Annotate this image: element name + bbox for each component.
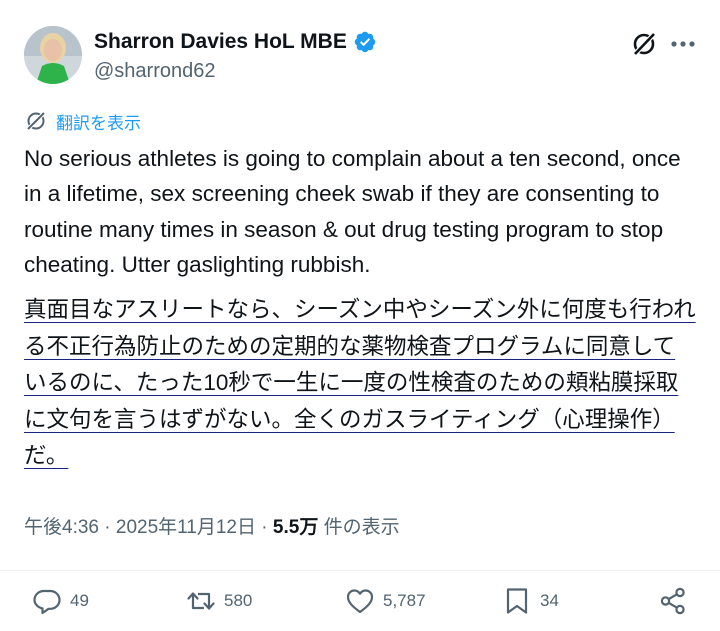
reply-icon	[33, 589, 61, 615]
translated-text: 真面目なアスリートなら、シーズン中やシーズン外に何度も行われる不正行為防止のため…	[24, 297, 696, 468]
meta-separator: ·	[256, 517, 273, 538]
heart-icon	[346, 589, 374, 614]
action-bar: 49 580 5,787 34	[0, 570, 720, 631]
repost-count: 580	[224, 591, 253, 610]
avatar[interactable]	[24, 26, 82, 84]
share-icon	[660, 587, 685, 615]
reply-button[interactable]: 49	[32, 585, 89, 617]
repost-button[interactable]: 580	[186, 585, 252, 617]
views-label: 件の表示	[318, 517, 400, 538]
share-button[interactable]	[658, 585, 688, 617]
meta-separator: ·	[98, 517, 116, 538]
verified-badge-icon	[353, 30, 377, 54]
more-icon[interactable]	[669, 32, 697, 56]
handle[interactable]: @sharrond62	[94, 60, 215, 83]
bookmark-icon	[506, 588, 528, 614]
bookmark-count: 34	[540, 591, 559, 610]
display-name-row[interactable]: Sharron Davies HoL MBE	[94, 30, 377, 54]
tweet-meta: 午後4:36 · 2025年11月12日 · 5.5万 件の表示	[24, 512, 400, 539]
display-name[interactable]: Sharron Davies HoL MBE	[94, 30, 347, 54]
translate-label[interactable]: 翻訳を表示	[56, 109, 141, 134]
tweet-header: Sharron Davies HoL MBE @sharrond62	[24, 26, 696, 88]
translated-text-block: 真面目なアスリートなら、シーズン中やシーズン外に何度も行われる不正行為防止のため…	[24, 292, 696, 475]
like-button[interactable]: 5,787	[345, 585, 426, 617]
like-count: 5,787	[383, 591, 426, 610]
tweet-time[interactable]: 午後4:36	[24, 517, 99, 538]
grok-icon[interactable]	[630, 30, 658, 58]
bookmark-button[interactable]: 34	[502, 585, 559, 617]
tweet-date[interactable]: 2025年11月12日	[116, 517, 256, 538]
tweet-text: No serious athletes is going to complain…	[24, 146, 681, 277]
repost-icon	[187, 592, 215, 610]
translate-icon	[24, 109, 48, 133]
reply-count: 49	[70, 591, 89, 610]
translate-link[interactable]: 翻訳を表示	[24, 108, 141, 134]
views-count: 5.5万	[272, 517, 319, 538]
